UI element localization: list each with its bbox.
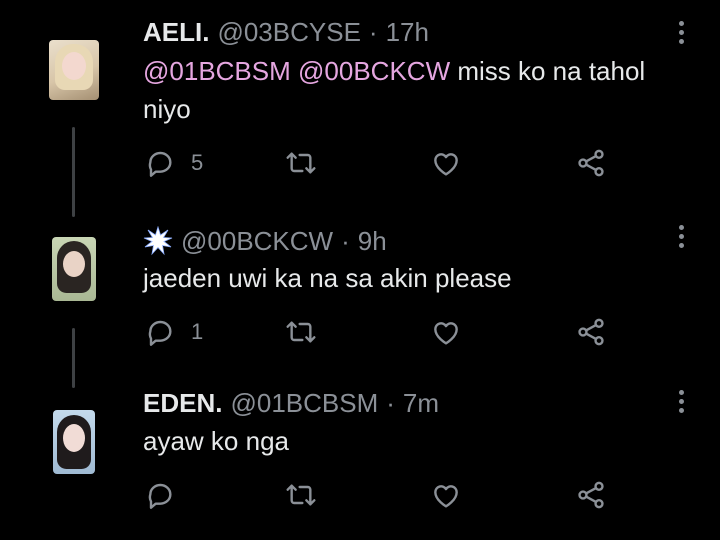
like-button[interactable] xyxy=(430,479,462,511)
tweet-text: ayaw ko nga xyxy=(143,422,688,460)
retweet-icon xyxy=(286,484,316,506)
timestamp[interactable]: 17h xyxy=(386,17,429,48)
reply-button[interactable]: 1 xyxy=(145,316,203,348)
avatar[interactable] xyxy=(52,237,96,301)
tweet-text: @01BCBSM @00BCKCW miss ko na tahol niyo xyxy=(143,52,688,128)
share-button[interactable] xyxy=(575,147,607,179)
retweet-button[interactable] xyxy=(285,479,317,511)
user-handle[interactable]: @03BCYSE xyxy=(217,17,360,48)
action-bar xyxy=(145,479,615,511)
burst-icon xyxy=(143,226,173,256)
thread-line xyxy=(72,127,75,217)
share-icon xyxy=(578,481,604,509)
avatar[interactable] xyxy=(49,40,99,100)
heart-icon xyxy=(434,485,458,508)
reply-icon xyxy=(148,320,172,346)
user-handle[interactable]: @00BCKCW xyxy=(181,226,333,257)
tweet-header: EDEN. @01BCBSM · 7m xyxy=(143,385,439,421)
thread-line xyxy=(72,328,75,388)
separator: · xyxy=(341,225,350,256)
separator: · xyxy=(386,387,395,418)
timestamp[interactable]: 7m xyxy=(403,388,439,419)
retweet-icon xyxy=(286,152,316,174)
heart-icon xyxy=(434,153,458,176)
tweet-header: @00BCKCW · 9h xyxy=(143,223,387,259)
tweet-3[interactable]: EDEN. @01BCBSM · 7m ayaw ko nga xyxy=(0,380,720,540)
mention-link[interactable]: @00BCKCW xyxy=(298,56,450,86)
more-icon[interactable] xyxy=(672,222,692,252)
tweet-text-content: ayaw ko nga xyxy=(143,426,289,456)
reply-button[interactable]: 5 xyxy=(145,147,203,179)
tweet-text: jaeden uwi ka na sa akin please xyxy=(143,259,688,297)
share-button[interactable] xyxy=(575,316,607,348)
action-bar: 1 xyxy=(145,316,615,348)
timestamp[interactable]: 9h xyxy=(358,226,387,257)
like-button[interactable] xyxy=(430,147,462,179)
retweet-button[interactable] xyxy=(285,147,317,179)
like-button[interactable] xyxy=(430,316,462,348)
heart-icon xyxy=(434,322,458,345)
share-button[interactable] xyxy=(575,479,607,511)
more-icon[interactable] xyxy=(672,18,692,48)
reply-icon xyxy=(148,151,172,177)
tweet-text-content: jaeden uwi ka na sa akin please xyxy=(143,263,512,293)
retweet-button[interactable] xyxy=(285,316,317,348)
share-icon xyxy=(578,149,604,177)
reply-icon xyxy=(148,483,172,509)
avatar[interactable] xyxy=(53,410,95,474)
mention-link[interactable]: @01BCBSM xyxy=(143,56,291,86)
more-icon[interactable] xyxy=(672,387,692,417)
display-name[interactable]: EDEN. xyxy=(143,388,222,419)
reply-count: 5 xyxy=(191,150,204,175)
tweet-header: AELI. @03BCYSE · 17h xyxy=(143,14,429,50)
tweet-1[interactable]: AELI. @03BCYSE · 17h @01BCBSM @00BCKCW m… xyxy=(0,0,720,217)
reply-count: 1 xyxy=(191,319,204,344)
reply-button[interactable] xyxy=(145,479,191,511)
display-name[interactable]: AELI. xyxy=(143,17,209,48)
tweet-2[interactable]: @00BCKCW · 9h jaeden uwi ka na sa akin p… xyxy=(0,215,720,388)
retweet-icon xyxy=(286,321,316,343)
separator: · xyxy=(368,16,378,47)
action-bar: 5 xyxy=(145,147,615,179)
user-handle[interactable]: @01BCBSM xyxy=(230,388,378,419)
share-icon xyxy=(578,318,604,346)
